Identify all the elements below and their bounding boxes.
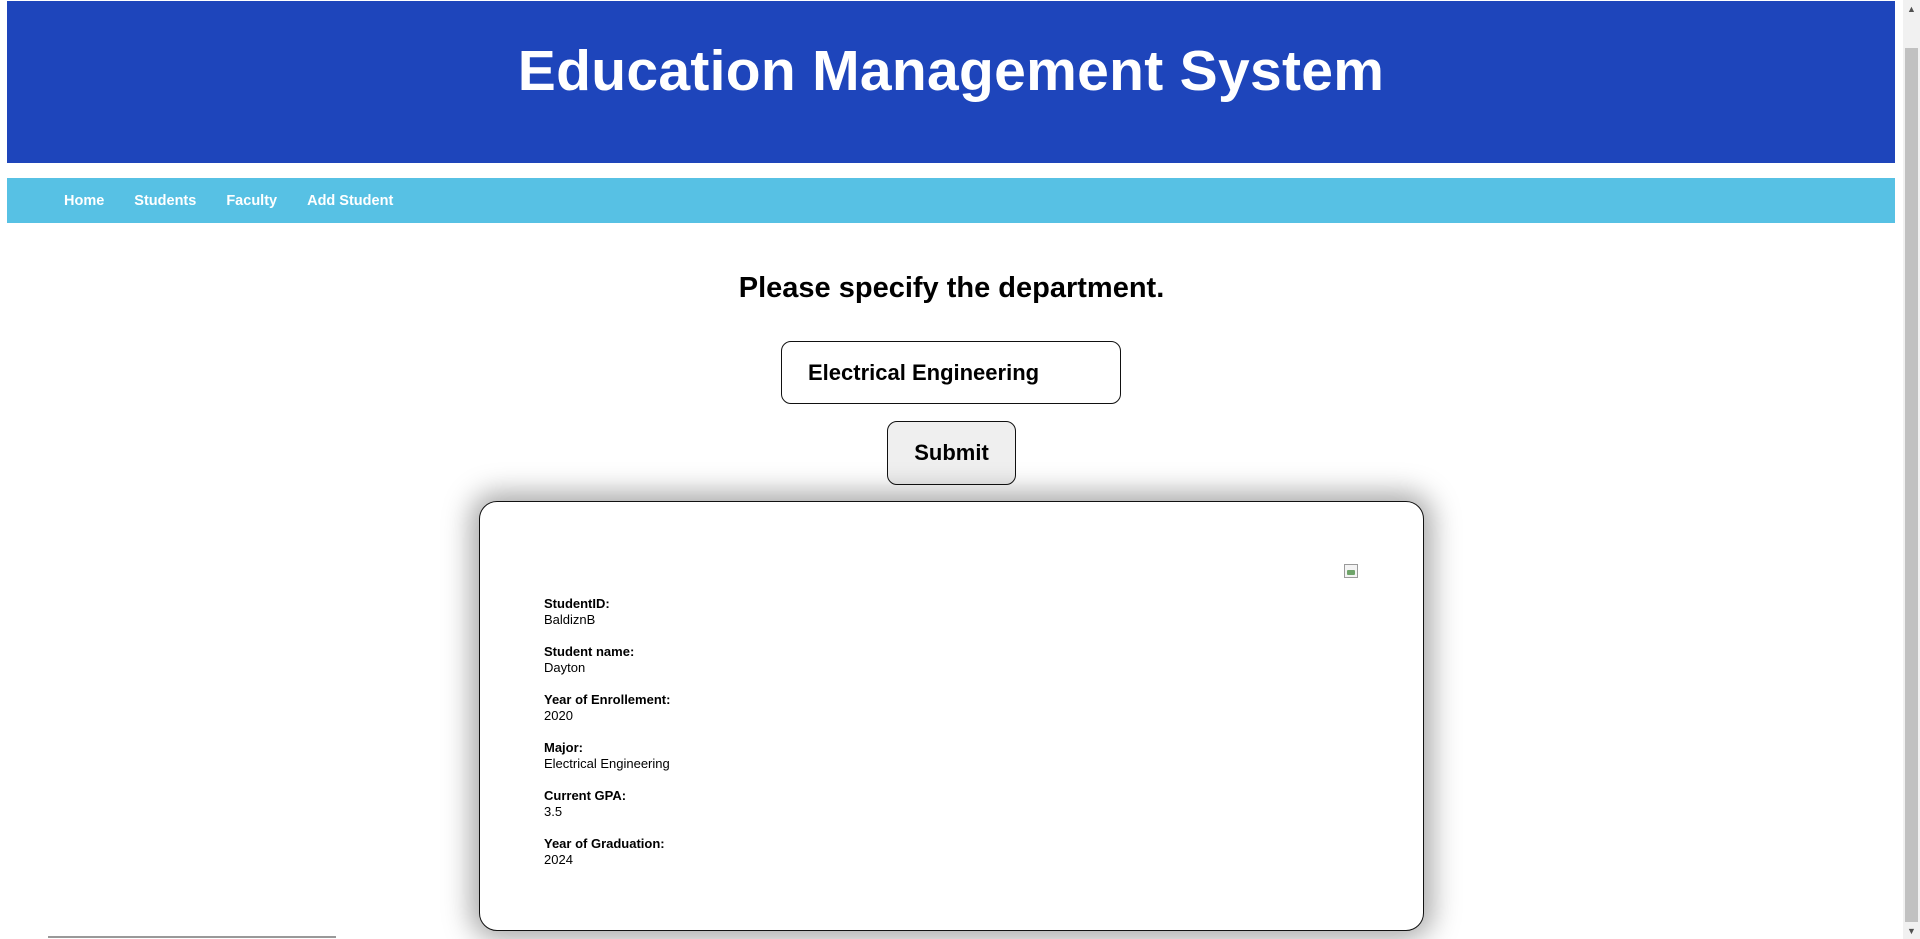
field-current-gpa: Current GPA: 3.5 bbox=[544, 788, 670, 820]
field-label: Student name: bbox=[544, 644, 635, 659]
field-value: 2024 bbox=[544, 852, 573, 867]
field-value: 3.5 bbox=[544, 804, 563, 819]
site-header: Education Management System bbox=[7, 1, 1895, 163]
field-year-of-enrollment: Year of Enrollement: 2020 bbox=[544, 692, 670, 724]
field-major: Major: Electrical Engineering bbox=[544, 740, 670, 772]
vertical-scrollbar[interactable]: ▲ ▼ bbox=[1903, 0, 1920, 939]
field-label: Year of Graduation: bbox=[544, 836, 665, 851]
field-student-id: StudentID: BaldiznB bbox=[544, 596, 670, 628]
department-input[interactable] bbox=[781, 341, 1121, 404]
field-label: Current GPA: bbox=[544, 788, 627, 803]
field-label: StudentID: bbox=[544, 596, 610, 611]
field-label: Year of Enrollement: bbox=[544, 692, 671, 707]
nav-bar: Home Students Faculty Add Student bbox=[7, 178, 1895, 223]
nav-link-faculty[interactable]: Faculty bbox=[211, 193, 292, 209]
scroll-up-arrow-icon[interactable]: ▲ bbox=[1903, 0, 1920, 17]
site-title: Education Management System bbox=[517, 39, 1385, 103]
divider bbox=[48, 936, 336, 938]
field-year-of-graduation: Year of Graduation: 2024 bbox=[544, 836, 670, 868]
nav-link-home[interactable]: Home bbox=[49, 193, 119, 209]
student-fields: StudentID: BaldiznB Student name: Dayton… bbox=[544, 596, 670, 884]
field-value: Electrical Engineering bbox=[544, 756, 670, 771]
field-label: Major: bbox=[544, 740, 583, 755]
nav-link-students[interactable]: Students bbox=[119, 193, 211, 209]
broken-image-icon bbox=[1344, 564, 1358, 578]
student-card: StudentID: BaldiznB Student name: Dayton… bbox=[479, 501, 1424, 931]
department-prompt: Please specify the department. bbox=[738, 272, 1165, 304]
scroll-down-arrow-icon[interactable]: ▼ bbox=[1903, 922, 1920, 939]
field-value: BaldiznB bbox=[544, 612, 596, 627]
field-student-name: Student name: Dayton bbox=[544, 644, 670, 676]
nav-link-add-student[interactable]: Add Student bbox=[292, 193, 408, 209]
field-value: Dayton bbox=[544, 660, 586, 675]
scrollbar-thumb[interactable] bbox=[1905, 48, 1918, 922]
page: Education Management System Home Student… bbox=[0, 0, 1900, 939]
submit-button[interactable]: Submit bbox=[887, 421, 1016, 485]
field-value: 2020 bbox=[544, 708, 573, 723]
